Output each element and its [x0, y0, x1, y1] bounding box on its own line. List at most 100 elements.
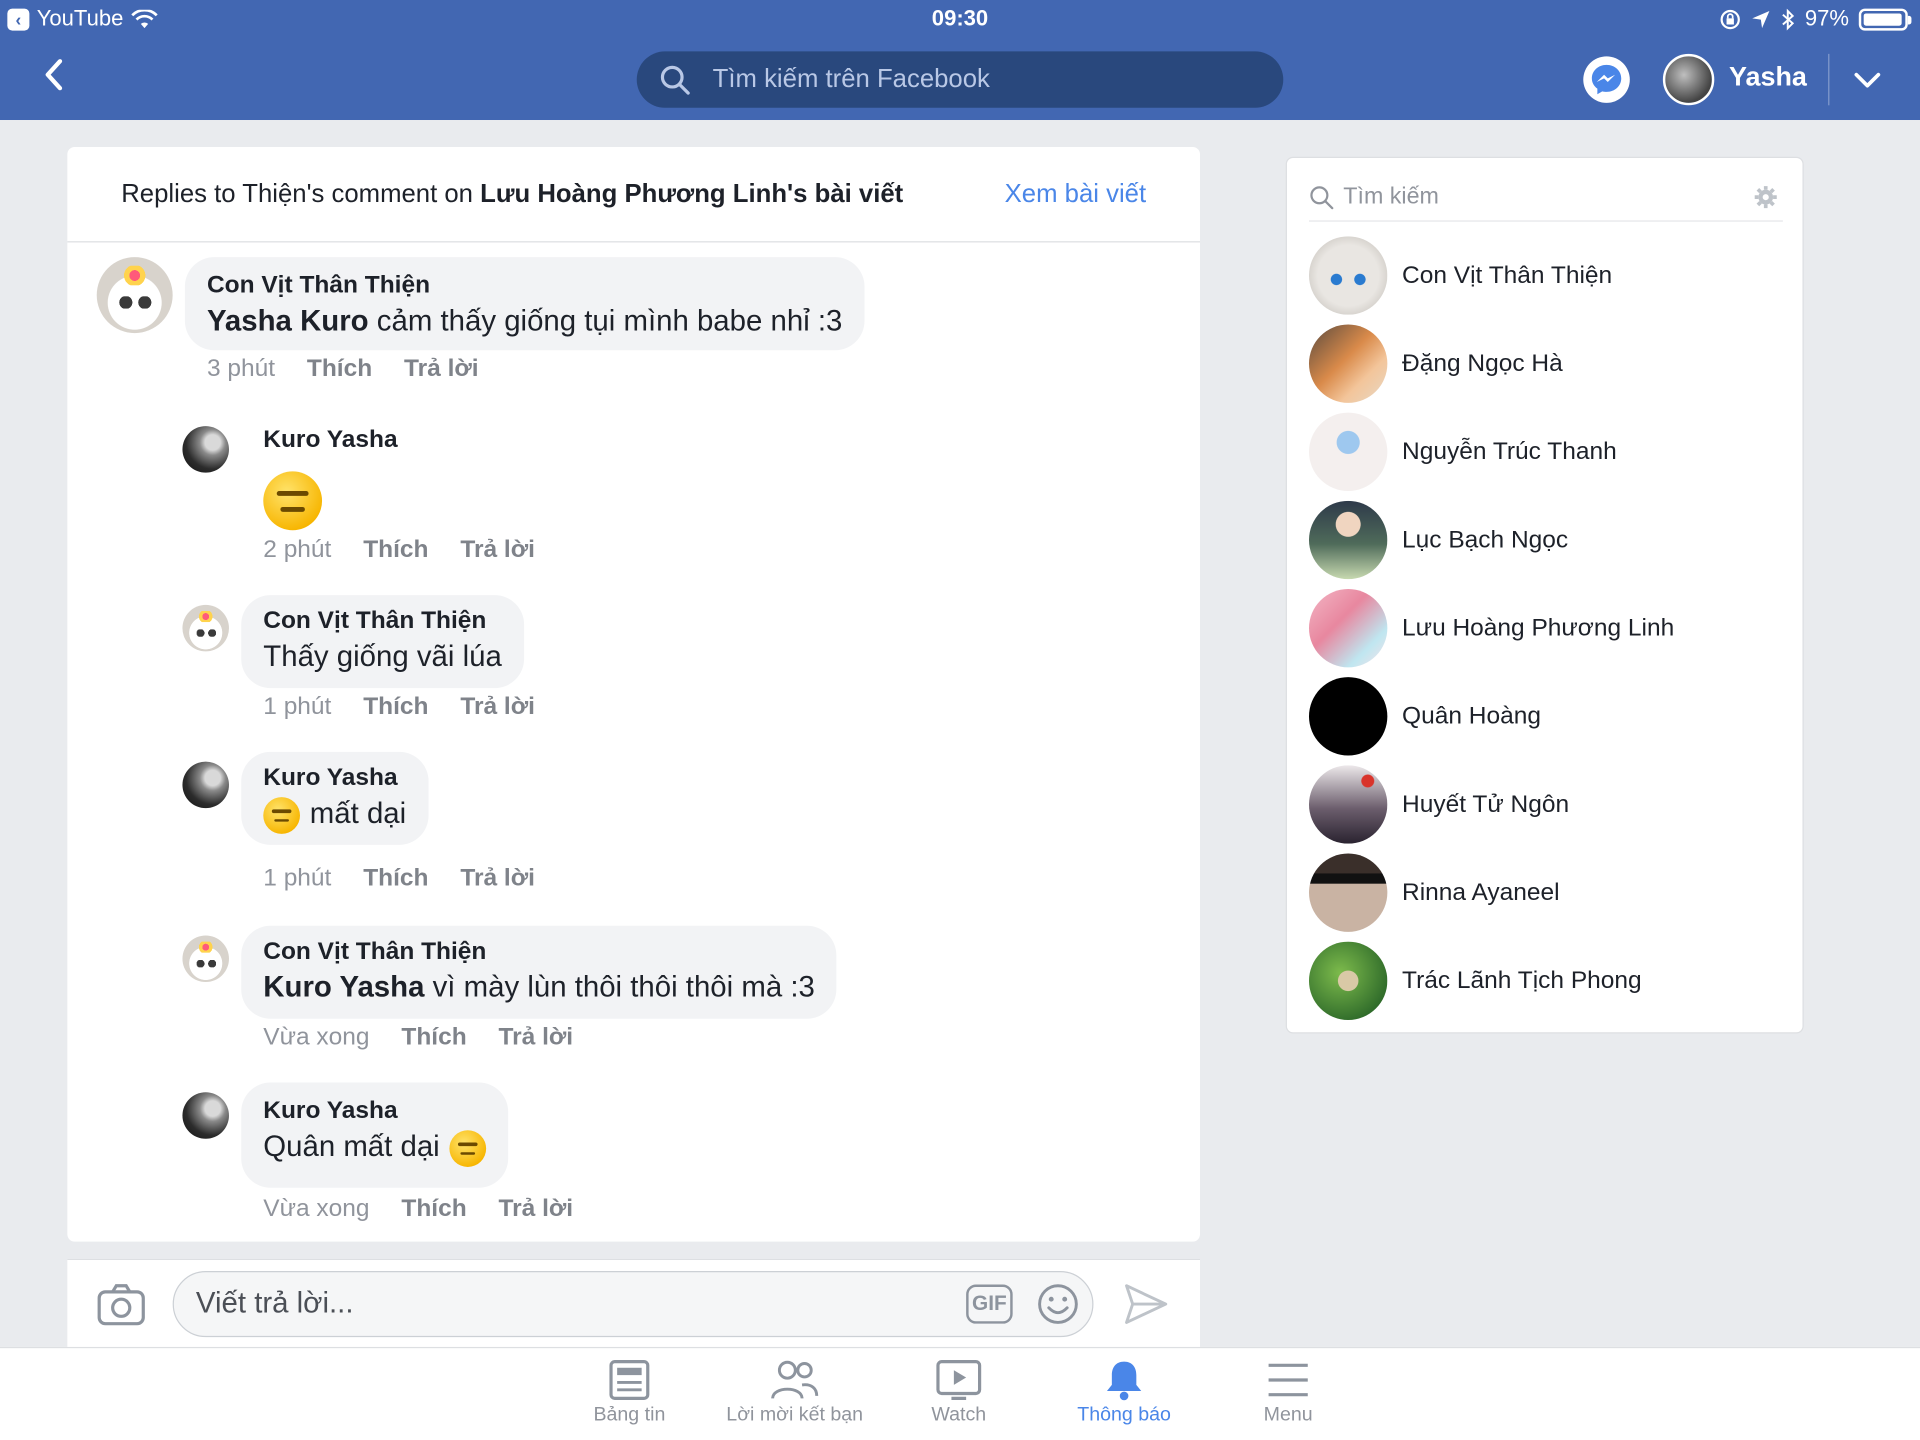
tab-menu[interactable]: Menu	[1196, 1358, 1380, 1427]
clock: 09:30	[931, 6, 989, 31]
commenter-avatar[interactable]	[182, 426, 229, 473]
commenter-avatar[interactable]	[182, 604, 229, 652]
messenger-button[interactable]	[1583, 56, 1630, 103]
expressionless-emoji-icon	[263, 797, 301, 834]
contact-item[interactable]: Trác Lãnh Tịch Phong	[1308, 940, 1783, 1021]
tab-label: Menu	[1263, 1404, 1313, 1426]
contact-name: Lưu Hoàng Phương Linh	[1402, 614, 1675, 642]
comment-bubble[interactable]: Con Vịt Thân Thiện Thấy giống vãi lúa	[241, 595, 524, 689]
contact-avatar	[1308, 500, 1388, 580]
comment-time[interactable]: 1 phút	[263, 693, 331, 721]
search-icon	[660, 65, 690, 95]
tab-news-feed[interactable]: Bảng tin	[538, 1358, 722, 1427]
contact-item[interactable]: Nguyễn Trúc Thanh	[1308, 411, 1783, 492]
status-right: 97%	[1719, 6, 1912, 32]
tab-watch[interactable]: Watch	[867, 1358, 1051, 1427]
contact-avatar	[1308, 677, 1388, 756]
thread-title: Replies to Thiện's comment on Lưu Hoàng …	[121, 179, 903, 208]
comment-body: vì mày lùn thôi thôi thôi mà :3	[424, 971, 815, 1005]
profile-avatar[interactable]	[1662, 53, 1715, 106]
like-button[interactable]: Thích	[401, 1024, 466, 1052]
contact-item[interactable]: Con Vịt Thân Thiện	[1308, 235, 1783, 316]
like-button[interactable]: Thích	[307, 355, 372, 383]
comment-bubble[interactable]: Kuro Yasha mất dại	[241, 751, 429, 845]
comment-author[interactable]: Con Vịt Thân Thiện	[263, 607, 502, 635]
header-divider	[1828, 53, 1830, 106]
contact-item[interactable]: Huyết Tử Ngôn	[1308, 764, 1783, 845]
comment-time[interactable]: 1 phút	[263, 864, 331, 892]
search-input[interactable]	[712, 64, 1227, 95]
reply-button[interactable]: Trả lời	[499, 1024, 574, 1052]
comment-time[interactable]: 2 phút	[263, 536, 331, 564]
comment-text: Kuro Yasha vì mày lùn thôi thôi thôi mà …	[263, 971, 815, 1004]
tab-label: Thông báo	[1077, 1404, 1171, 1426]
reply-button[interactable]: Trả lời	[499, 1195, 574, 1223]
bottom-tab-bar: Bảng tin Lời mời kết bạn Watch Thông báo…	[0, 1346, 1920, 1440]
menu-icon	[1268, 1363, 1308, 1397]
tab-label: Lời mời kết bạn	[726, 1404, 864, 1426]
news-feed-icon	[609, 1360, 650, 1400]
reply-button[interactable]: Trả lời	[460, 693, 535, 721]
contact-avatar	[1308, 765, 1388, 844]
commenter-avatar[interactable]	[182, 935, 229, 983]
comment-time[interactable]: 3 phút	[207, 355, 275, 383]
commenter-avatar[interactable]	[182, 761, 229, 809]
comment-author[interactable]: Kuro Yasha	[263, 426, 397, 454]
reply-field[interactable]: GIF	[172, 1271, 1094, 1338]
emoji-picker-icon[interactable]	[1036, 1282, 1080, 1326]
comment-bubble[interactable]: Con Vịt Thân Thiện Kuro Yasha vì mày lùn…	[241, 925, 837, 1019]
comment-bubble[interactable]: Kuro Yasha Quân mất dại	[241, 1082, 509, 1188]
contact-item[interactable]: Quân Hoàng	[1308, 676, 1783, 757]
comment-time[interactable]: Vừa xong	[263, 1024, 369, 1052]
like-button[interactable]: Thích	[363, 693, 428, 721]
contact-item[interactable]: Lục Bạch Ngọc	[1308, 500, 1783, 581]
profile-name[interactable]: Yasha	[1729, 61, 1807, 93]
friends-icon	[771, 1360, 819, 1399]
contact-item[interactable]: Lưu Hoàng Phương Linh	[1308, 588, 1783, 669]
reply-input[interactable]	[195, 1286, 931, 1322]
comment-time[interactable]: Vừa xong	[263, 1195, 369, 1223]
contact-item[interactable]: Rinna Ayaneel	[1308, 852, 1783, 933]
camera-icon[interactable]	[97, 1282, 146, 1326]
search-icon	[1310, 185, 1334, 209]
comment-mention[interactable]: Kuro Yasha	[263, 971, 424, 1004]
contacts-search[interactable]	[1308, 173, 1783, 222]
contact-item[interactable]: Đặng Ngọc Hà	[1308, 323, 1783, 404]
contact-avatar	[1308, 324, 1388, 403]
comment-author[interactable]: Kuro Yasha	[263, 764, 406, 792]
like-button[interactable]: Thích	[363, 864, 428, 892]
commenter-avatar[interactable]	[96, 257, 173, 334]
comment-bubble[interactable]: Con Vịt Thân Thiện Yasha Kuro cảm thấy g…	[184, 257, 865, 351]
like-button[interactable]: Thích	[363, 536, 428, 564]
chevron-left-icon	[45, 59, 63, 91]
top-bar: ‹ YouTube 09:30 97% Yasha	[0, 0, 1920, 121]
expressionless-emoji-icon	[263, 471, 323, 531]
like-button[interactable]: Thích	[401, 1195, 466, 1223]
reply-button[interactable]: Trả lời	[460, 864, 535, 892]
expressionless-emoji-icon	[449, 1130, 487, 1167]
gif-button[interactable]: GIF	[966, 1284, 1013, 1324]
facebook-search[interactable]	[636, 51, 1284, 108]
commenter-avatar[interactable]	[182, 1092, 229, 1139]
gear-icon[interactable]	[1753, 185, 1777, 209]
contact-name: Trác Lãnh Tịch Phong	[1402, 966, 1642, 994]
comment-mention[interactable]: Yasha Kuro	[207, 305, 369, 338]
contact-name: Quân Hoàng	[1402, 702, 1541, 730]
tab-friend-requests[interactable]: Lời mời kết bạn	[703, 1358, 887, 1427]
contacts-search-input[interactable]	[1343, 183, 1736, 211]
comment-author[interactable]: Con Vịt Thân Thiện	[207, 272, 842, 300]
contact-name: Rinna Ayaneel	[1402, 878, 1560, 906]
back-button[interactable]	[42, 56, 76, 100]
thread-title-owner[interactable]: Lưu Hoàng Phương Linh	[480, 179, 787, 207]
send-icon[interactable]	[1123, 1282, 1170, 1326]
reply-button[interactable]: Trả lời	[460, 536, 535, 564]
reply-button[interactable]: Trả lời	[404, 355, 479, 383]
chevron-down-icon[interactable]	[1849, 61, 1886, 98]
comment-meta: 2 phút Thích Trả lời	[263, 536, 535, 564]
comment-thread-card: Replies to Thiện's comment on Lưu Hoàng …	[67, 146, 1201, 1242]
comment-author[interactable]: Con Vịt Thân Thiện	[263, 938, 815, 966]
tab-notifications[interactable]: Thông báo	[1032, 1358, 1216, 1427]
comment-author[interactable]: Kuro Yasha	[263, 1097, 486, 1125]
view-post-link[interactable]: Xem bài viết	[1005, 179, 1147, 208]
contact-avatar	[1308, 412, 1388, 492]
